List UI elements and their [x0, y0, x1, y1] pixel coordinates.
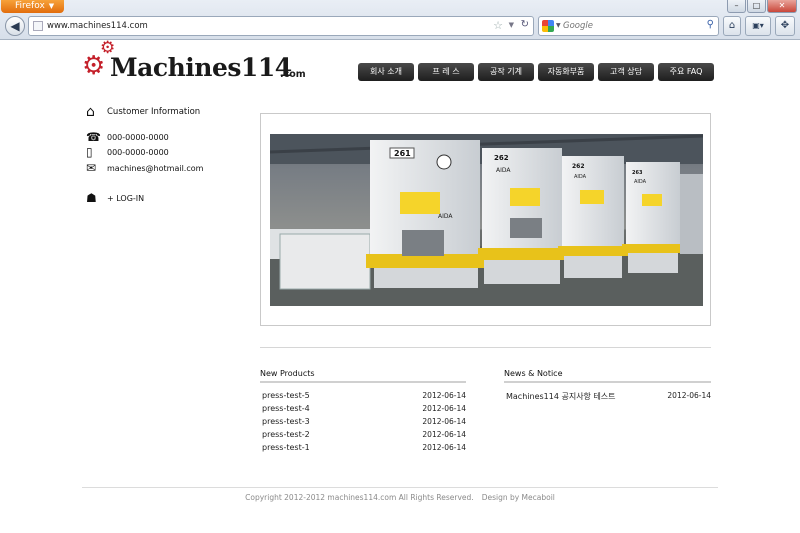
mobile-number: 000-0000-0000: [107, 147, 169, 157]
logo-suffix: .com: [280, 69, 306, 80]
firefox-menu-button[interactable]: Firefox ▼: [1, 0, 64, 13]
search-icon[interactable]: ⚲: [707, 19, 714, 30]
customer-info-heading: ⌂ Customer Information: [86, 105, 200, 119]
bookmarks-icon: ▣▾: [752, 21, 764, 30]
machine-brand-2: AIDA: [496, 167, 511, 174]
search-bar[interactable]: ▼ ⚲: [538, 16, 719, 36]
machine-brand-3: AIDA: [574, 174, 587, 180]
addon-icon: ✥: [780, 20, 790, 31]
site-logo[interactable]: ⚙ ⚙ Machines114 .com: [82, 40, 312, 86]
notice-link[interactable]: Machines114 공지사항 테스트: [506, 392, 616, 401]
list-item[interactable]: press-test-4 2012-06-14: [262, 404, 468, 413]
list-item[interactable]: press-test-1 2012-06-14: [262, 443, 468, 452]
login-link[interactable]: + LOG-IN: [107, 194, 144, 203]
nav-automation-parts[interactable]: 자동화부품: [538, 63, 594, 81]
product-link[interactable]: press-test-4: [262, 404, 310, 413]
maximize-button[interactable]: □: [747, 0, 766, 13]
nav-customer-support[interactable]: 고객 상담: [598, 63, 654, 81]
envelope-icon: ✉: [86, 161, 97, 175]
content-divider: [260, 347, 711, 348]
news-notice-title: News & Notice: [504, 369, 711, 383]
login-row[interactable]: ☗ + LOG-IN: [86, 192, 144, 204]
firefox-menu-label: Firefox: [15, 1, 45, 11]
browser-chrome: Firefox▼ – □ ✕ ◀ ☆ ▼ ↻ ▼ ⚲ ⌂ ▣▾ ✥: [0, 0, 800, 40]
mobile-phone-icon: ▯: [86, 145, 93, 159]
home-icon: ⌂: [86, 104, 95, 120]
product-link[interactable]: press-test-2: [262, 430, 310, 439]
chevron-down-icon: ▼: [48, 2, 55, 10]
copyright-text: Copyright 2012-2012 machines114.com All …: [245, 493, 474, 502]
machine-number-2: 262: [494, 154, 509, 162]
design-credit: Design by Mecaboil: [481, 493, 555, 502]
google-engine-icon[interactable]: [542, 20, 554, 32]
phone-row: ☎ 000-0000-0000: [86, 131, 169, 143]
nav-faq[interactable]: 주요 FAQ: [658, 63, 714, 81]
machine-number-3: 262: [572, 163, 585, 170]
new-products-title: New Products: [260, 369, 466, 383]
logo-text: Machines114: [110, 53, 292, 82]
machine-number-4: 263: [632, 170, 643, 176]
address-bar[interactable]: ☆ ▼ ↻: [28, 16, 534, 36]
footer: Copyright 2012-2012 machines114.com All …: [0, 493, 800, 502]
list-item[interactable]: press-test-5 2012-06-14: [262, 391, 468, 400]
footer-divider: [82, 487, 718, 488]
window-controls: – □ ✕: [727, 0, 797, 13]
bookmark-star-icon[interactable]: ☆: [493, 19, 503, 32]
sync-button[interactable]: ✥: [775, 16, 795, 36]
phone-icon: ☎: [86, 130, 101, 144]
email-address[interactable]: machines@hotmail.com: [107, 164, 203, 173]
reload-icon[interactable]: ↻: [521, 19, 529, 30]
product-date: 2012-06-14: [422, 443, 466, 452]
product-date: 2012-06-14: [422, 391, 466, 400]
phone-number: 000-0000-0000: [107, 132, 169, 142]
list-item[interactable]: press-test-3 2012-06-14: [262, 417, 468, 426]
mobile-row: ▯ 000-0000-0000: [86, 146, 169, 158]
notice-date: 2012-06-14: [667, 391, 711, 400]
history-dropdown-icon[interactable]: ▼: [509, 21, 514, 29]
list-item[interactable]: Machines114 공지사항 테스트 2012-06-14: [506, 391, 713, 402]
product-date: 2012-06-14: [422, 417, 466, 426]
machine-brand-1: AIDA: [438, 213, 453, 220]
web-page: ⚙ ⚙ Machines114 .com 회사 소개 프 레 스 공작 기계 자…: [0, 40, 800, 533]
product-link[interactable]: press-test-1: [262, 443, 310, 452]
press-machines-illustration: 261 AIDA 262 AIDA 262 AIDA 263 AIDA: [270, 134, 703, 306]
site-identity-icon[interactable]: [33, 21, 43, 31]
user-icon: ☗: [86, 191, 97, 205]
email-row: ✉ machines@hotmail.com: [86, 162, 203, 174]
nav-company[interactable]: 회사 소개: [358, 63, 414, 81]
search-input[interactable]: [563, 19, 703, 33]
machine-brand-4: AIDA: [634, 179, 647, 185]
minimize-button[interactable]: –: [727, 0, 746, 13]
back-arrow-icon: ◀: [10, 19, 20, 33]
product-link[interactable]: press-test-3: [262, 417, 310, 426]
product-link[interactable]: press-test-5: [262, 391, 310, 400]
customer-info-title: Customer Information: [107, 107, 201, 117]
main-navigation: 회사 소개 프 레 스 공작 기계 자동화부품 고객 상담 주요 FAQ: [358, 63, 714, 81]
product-date: 2012-06-14: [422, 430, 466, 439]
home-button[interactable]: ⌂: [723, 16, 741, 36]
engine-dropdown-icon[interactable]: ▼: [556, 22, 561, 29]
home-icon: ⌂: [728, 20, 736, 31]
bookmarks-menu-button[interactable]: ▣▾: [745, 16, 771, 36]
hero-banner: 261 AIDA 262 AIDA 262 AIDA 263 AIDA: [260, 113, 711, 326]
news-notice-panel: News & Notice Machines114 공지사항 테스트 2012-0…: [504, 369, 711, 409]
url-input[interactable]: [47, 19, 487, 33]
close-window-button[interactable]: ✕: [767, 0, 797, 13]
nav-press[interactable]: 프 레 스: [418, 63, 474, 81]
new-products-panel: New Products press-test-5 2012-06-14 pres…: [260, 369, 466, 469]
product-date: 2012-06-14: [422, 404, 466, 413]
back-button[interactable]: ◀: [5, 16, 25, 36]
nav-machine-tools[interactable]: 공작 기계: [478, 63, 534, 81]
list-item[interactable]: press-test-2 2012-06-14: [262, 430, 468, 439]
press-machines-photo: 261 AIDA 262 AIDA 262 AIDA 263 AIDA: [270, 134, 703, 306]
machine-number-1: 261: [394, 149, 411, 158]
